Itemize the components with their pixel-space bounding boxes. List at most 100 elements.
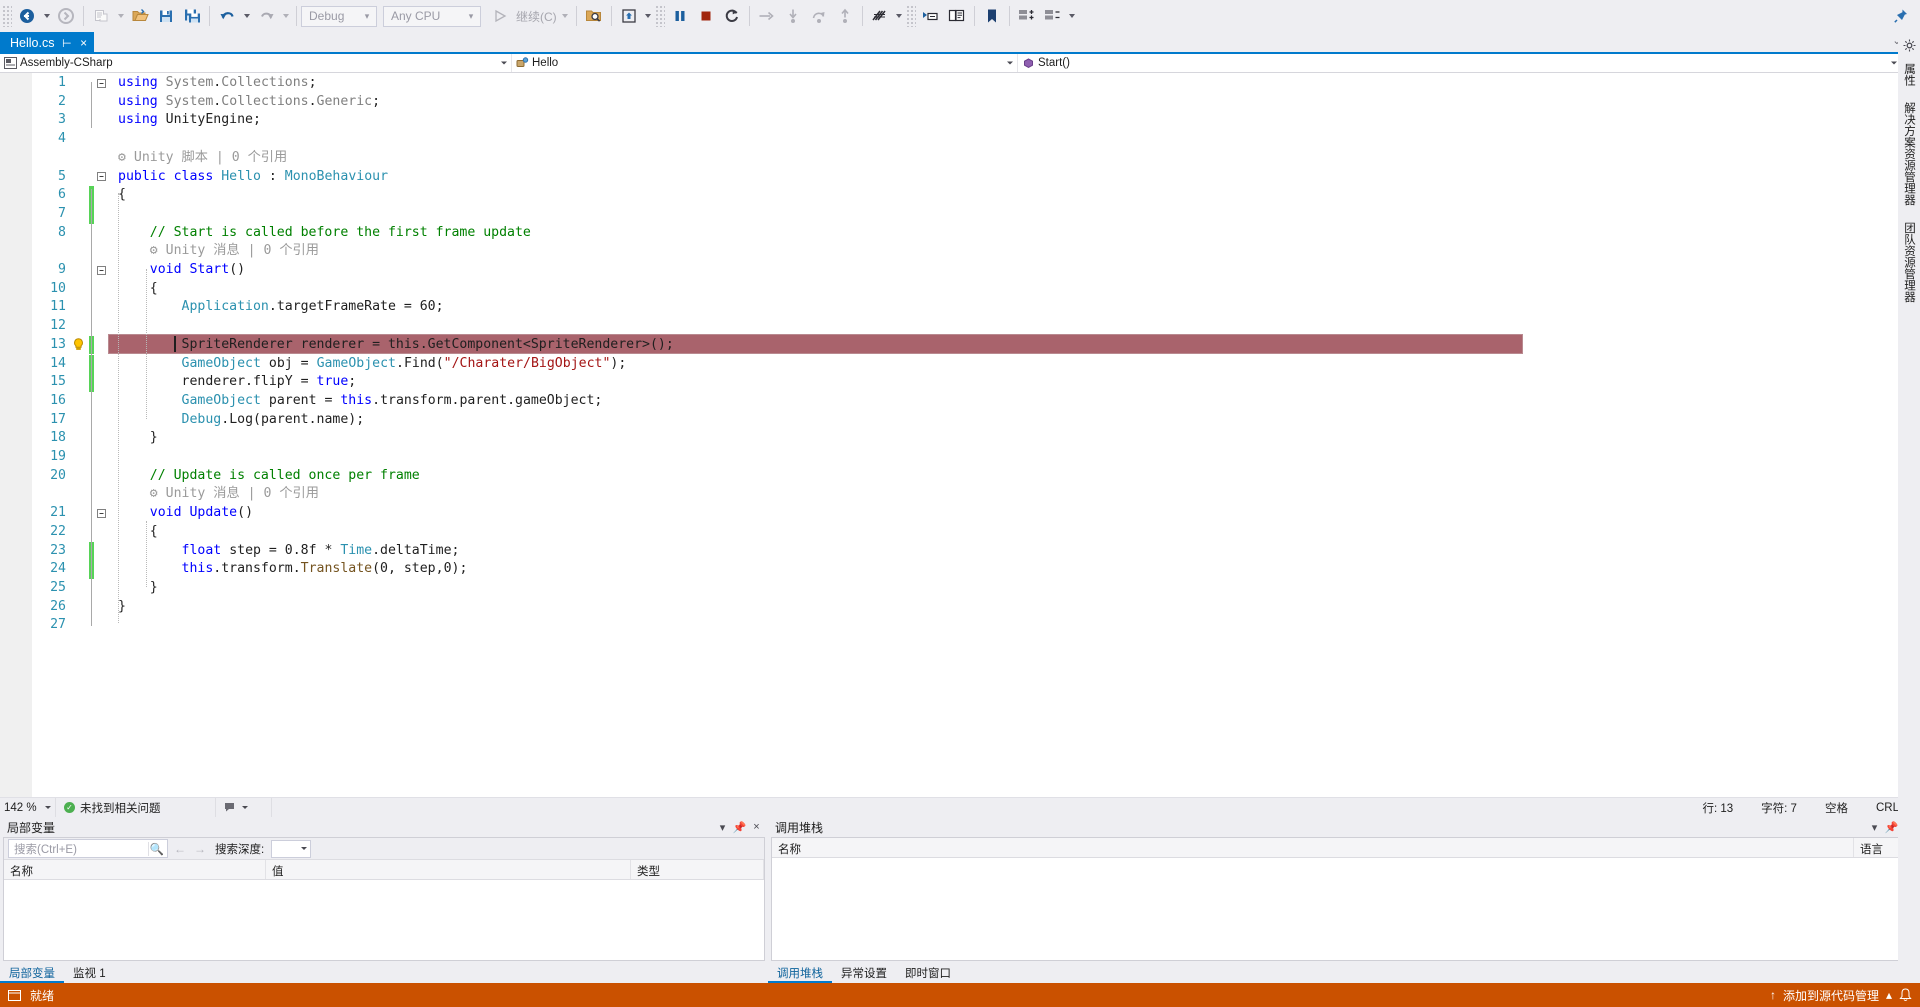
expand-all-button[interactable] — [1014, 4, 1040, 28]
callstack-col-name[interactable]: 名称 — [772, 838, 1854, 857]
threads-button[interactable] — [867, 4, 893, 28]
error-summary[interactable]: ✓ 未找到相关问题 — [56, 798, 216, 817]
code-line[interactable]: 21 void Update() — [32, 504, 1904, 523]
tab-locals[interactable]: 局部变量 — [0, 962, 64, 983]
stop-debugging-button[interactable] — [693, 4, 719, 28]
save-all-button[interactable] — [179, 4, 205, 28]
quick-actions-bulb-icon[interactable] — [72, 338, 85, 351]
search-depth-combo[interactable] — [271, 839, 312, 858]
step-out-button[interactable] — [832, 4, 858, 28]
dock-settings-icon[interactable] — [1903, 39, 1916, 52]
code-line[interactable]: 15 renderer.flipY = true; — [32, 373, 1904, 392]
code-line[interactable]: 4 — [32, 130, 1904, 149]
code-line[interactable]: 14 GameObject obj = GameObject.Find("/Ch… — [32, 354, 1904, 374]
undo-button[interactable] — [214, 4, 240, 28]
locals-col-name[interactable]: 名称 — [4, 860, 266, 879]
comment-selection-button[interactable] — [918, 4, 944, 28]
collapse-all-button[interactable] — [1040, 4, 1066, 28]
code-line[interactable]: 18 } — [32, 429, 1904, 448]
code-line[interactable]: 11 Application.targetFrameRate = 60; — [32, 298, 1904, 317]
locals-col-value[interactable]: 值 — [266, 860, 631, 879]
code-line[interactable]: 5 public class Hello : MonoBehaviour — [32, 168, 1904, 187]
tab-exception-settings[interactable]: 异常设置 — [832, 962, 896, 983]
pin-icon[interactable]: ⊣ — [62, 37, 72, 50]
dock-item-solution-explorer[interactable]: 解决方案资源管理器 — [1899, 94, 1919, 214]
hot-reload-button[interactable] — [616, 4, 642, 28]
code-line[interactable]: 24 this.transform.Translate(0, step,0); — [32, 560, 1904, 579]
attach-to-process-button[interactable] — [581, 4, 607, 28]
close-icon[interactable]: × — [80, 36, 87, 50]
uncomment-selection-button[interactable] — [944, 4, 970, 28]
pin-icon[interactable]: 📌 — [731, 821, 748, 834]
source-control-label[interactable]: 添加到源代码管理 — [1783, 987, 1879, 1004]
code-line[interactable]: 16 GameObject parent = this.transform.pa… — [32, 392, 1904, 411]
feedback-control[interactable] — [216, 798, 272, 817]
pin-toolbar-icon[interactable] — [1888, 4, 1914, 28]
navigate-backward-dropdown-icon[interactable] — [40, 4, 53, 28]
code-editor[interactable]: 1 using System.Collections; 2 using System.… — [0, 73, 1920, 797]
code-text-area[interactable]: 1 using System.Collections; 2 using System.… — [32, 73, 1904, 797]
notifications-icon[interactable] — [1899, 988, 1912, 1002]
tab-hello-cs[interactable]: Hello.cs ⊣ × — [0, 32, 95, 54]
show-next-statement-button[interactable] — [754, 4, 780, 28]
redo-button[interactable] — [253, 4, 279, 28]
code-line[interactable]: 9 void Start() — [32, 261, 1904, 280]
code-line[interactable]: 19 — [32, 448, 1904, 467]
continue-dropdown-icon[interactable] — [559, 4, 572, 28]
search-icon[interactable]: 🔍 — [148, 841, 165, 856]
new-item-button[interactable] — [88, 4, 114, 28]
fold-toggle-icon[interactable] — [94, 74, 108, 93]
tab-immediate-window[interactable]: 即时窗口 — [896, 962, 960, 983]
fold-toggle-icon[interactable] — [94, 261, 108, 280]
code-line[interactable]: 13 SpriteRenderer renderer = this.GetCom… — [32, 335, 1904, 355]
new-item-dropdown-icon[interactable] — [114, 4, 127, 28]
breakpoint-gutter[interactable] — [0, 73, 32, 797]
step-into-button[interactable] — [780, 4, 806, 28]
code-line[interactable]: 1 using System.Collections; — [32, 74, 1904, 93]
toolbar-grip[interactable] — [2, 5, 12, 27]
toolbar-overflow-icon[interactable] — [1066, 4, 1079, 28]
toggle-bookmark-button[interactable] — [979, 4, 1005, 28]
nav-type-dropdown[interactable]: Hello — [512, 54, 1018, 72]
navigate-backward-button[interactable] — [14, 4, 40, 28]
code-line[interactable]: 17 Debug.Log(parent.name); — [32, 411, 1904, 430]
fold-toggle-icon[interactable] — [94, 168, 108, 187]
undo-dropdown-icon[interactable] — [240, 4, 253, 28]
continue-label[interactable]: 继续(C) — [513, 8, 559, 25]
solution-platform-combo[interactable]: Any CPU ▾ — [383, 5, 481, 27]
code-line[interactable]: ⚙ Unity 脚本 | 0 个引用 — [32, 149, 1904, 168]
close-icon[interactable]: × — [748, 821, 765, 833]
zoom-level-combo[interactable]: 142 % — [0, 798, 56, 817]
search-next-icon[interactable]: → — [192, 842, 208, 856]
search-prev-icon[interactable]: ← — [172, 842, 188, 856]
locals-col-type[interactable]: 类型 — [631, 860, 764, 879]
code-line[interactable]: 26} — [32, 598, 1904, 617]
navigate-forward-button[interactable] — [53, 4, 79, 28]
break-all-button[interactable] — [667, 4, 693, 28]
tab-call-stack[interactable]: 调用堆栈 — [768, 962, 832, 983]
indentation-indicator[interactable]: 空格 — [1811, 800, 1862, 816]
redo-dropdown-icon[interactable] — [279, 4, 292, 28]
code-line[interactable]: 25 } — [32, 579, 1904, 598]
save-button[interactable] — [153, 4, 179, 28]
toolbar-grip[interactable] — [905, 5, 916, 27]
locals-grid-body[interactable] — [4, 880, 764, 960]
locals-search-input[interactable]: 搜索(Ctrl+E) 🔍 — [8, 839, 168, 858]
code-line[interactable]: 20 // Update is called once per frame — [32, 467, 1904, 486]
code-line[interactable]: 22 { — [32, 523, 1904, 542]
chevron-down-icon[interactable]: ▾ — [1866, 821, 1883, 834]
dock-item-team-explorer[interactable]: 团队资源管理器 — [1899, 214, 1919, 311]
chevron-up-icon[interactable]: ▴ — [1886, 988, 1892, 1002]
threads-dropdown-icon[interactable] — [893, 4, 906, 28]
code-line[interactable]: 2 using System.Collections.Generic; — [32, 93, 1904, 112]
restart-button[interactable] — [719, 4, 745, 28]
continue-button[interactable] — [487, 4, 513, 28]
publish-icon[interactable]: ↑ — [1770, 988, 1776, 1002]
nav-project-dropdown[interactable]: Assembly-CSharp — [0, 54, 512, 72]
code-line[interactable]: 7 — [32, 204, 1904, 224]
dock-item-properties[interactable]: 属性 — [1899, 55, 1919, 94]
code-line[interactable]: 23 float step = 0.8f * Time.deltaTime; — [32, 541, 1904, 561]
toolbar-grip[interactable] — [654, 5, 665, 27]
callstack-grid-body[interactable] — [772, 858, 1916, 960]
solution-configuration-combo[interactable]: Debug ▾ — [301, 5, 377, 27]
